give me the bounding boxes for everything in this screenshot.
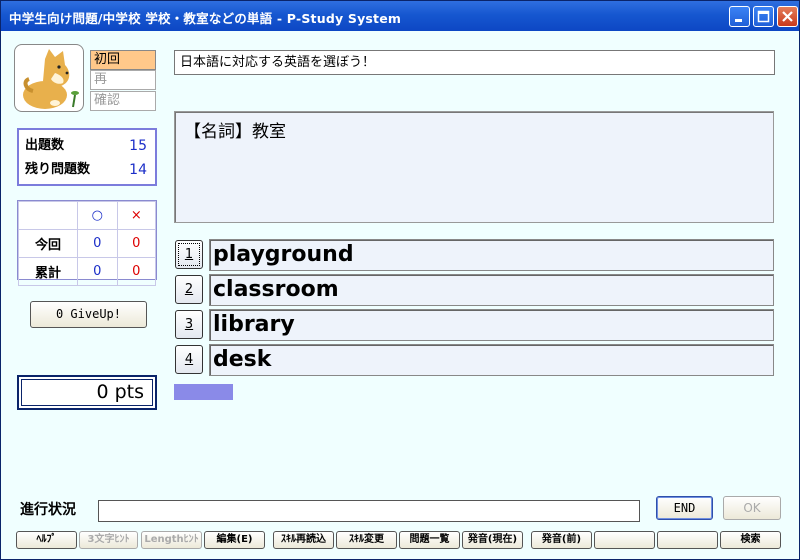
skill-reload-button[interactable]: ｽｷﾙ再読込 bbox=[273, 531, 334, 549]
help-button[interactable]: ﾍﾙﾌﾟ bbox=[16, 531, 77, 549]
skill-change-button[interactable]: ｽｷﾙ変更 bbox=[336, 531, 397, 549]
close-icon bbox=[782, 11, 793, 22]
choice-1-button[interactable]: 1 bbox=[175, 240, 203, 269]
minimize-icon bbox=[735, 19, 742, 22]
score-table: ○ × 今回 0 0 累計 0 0 bbox=[17, 200, 157, 286]
progress-bar bbox=[174, 384, 233, 400]
total-questions-row: 出題数 15 bbox=[25, 135, 149, 157]
status-field bbox=[98, 500, 640, 522]
shiba-dog-icon bbox=[23, 49, 79, 109]
app-window: 中学生向け問題/中学校 学校・教室などの単語 - P-Study System … bbox=[0, 0, 800, 560]
cumulative-wrong: 0 bbox=[116, 257, 157, 286]
length-hint-button[interactable]: Lengthﾋﾝﾄ bbox=[141, 531, 202, 549]
choice-3-button[interactable]: 3 bbox=[175, 310, 203, 339]
mode-confirm: 確認 bbox=[90, 91, 156, 111]
maximize-button[interactable] bbox=[753, 6, 774, 27]
empty-button-1[interactable] bbox=[594, 531, 655, 549]
pronounce-previous-button[interactable]: 発音(前) bbox=[531, 531, 592, 549]
maximize-icon bbox=[757, 10, 770, 23]
pronounce-current-button[interactable]: 発音(現在) bbox=[462, 531, 523, 549]
giveup-button[interactable]: 0 GiveUp! bbox=[30, 301, 147, 328]
remaining-questions-row: 残り問題数 14 bbox=[25, 159, 149, 181]
title-bar[interactable]: 中学生向け問題/中学校 学校・教室などの単語 - P-Study System bbox=[1, 1, 799, 31]
empty-button-2[interactable] bbox=[657, 531, 718, 549]
three-char-hint-button[interactable]: 3文字ﾋﾝﾄ bbox=[79, 531, 138, 549]
wrong-header-icon: × bbox=[116, 201, 157, 230]
choice-2-button[interactable]: 2 bbox=[175, 275, 203, 304]
edit-button[interactable]: 編集(E) bbox=[204, 531, 265, 549]
current-label: 今回 bbox=[18, 229, 78, 258]
current-correct: 0 bbox=[77, 229, 118, 258]
minimize-button[interactable] bbox=[729, 6, 750, 27]
choice-3-text[interactable]: library bbox=[209, 309, 774, 341]
total-questions-value: 15 bbox=[129, 138, 147, 154]
total-questions-label: 出題数 bbox=[25, 138, 65, 153]
mode-first: 初回 bbox=[90, 50, 156, 70]
question-box: 【名詞】教室 bbox=[174, 111, 774, 223]
window-title: 中学生向け問題/中学校 学校・教室などの単語 - P-Study System bbox=[9, 11, 402, 26]
cumulative-label: 累計 bbox=[18, 257, 78, 286]
score-header-blank bbox=[18, 201, 78, 230]
mode-retry: 再 bbox=[90, 70, 156, 90]
choice-4-button[interactable]: 4 bbox=[175, 345, 203, 374]
close-button[interactable] bbox=[777, 6, 798, 27]
instruction-text: 日本語に対応する英語を選ぼう！ bbox=[174, 50, 775, 75]
question-count-panel: 出題数 15 残り問題数 14 bbox=[17, 128, 157, 186]
cumulative-correct: 0 bbox=[77, 257, 118, 286]
end-button[interactable]: END bbox=[656, 496, 713, 520]
choice-4-text[interactable]: desk bbox=[209, 344, 774, 376]
remaining-questions-value: 14 bbox=[129, 162, 147, 178]
current-wrong: 0 bbox=[116, 229, 157, 258]
remaining-questions-label: 残り問題数 bbox=[25, 162, 91, 177]
choice-2-text[interactable]: classroom bbox=[209, 274, 774, 306]
choice-1-text[interactable]: playground bbox=[209, 239, 774, 271]
correct-header-icon: ○ bbox=[77, 201, 118, 230]
question-list-button[interactable]: 問題一覧 bbox=[399, 531, 460, 549]
points-display: 0 pts bbox=[17, 375, 157, 410]
status-label: 進行状況 bbox=[20, 502, 76, 518]
ok-button[interactable]: OK bbox=[723, 496, 781, 520]
mascot-image bbox=[14, 44, 84, 112]
search-button[interactable]: 検索 bbox=[720, 531, 781, 549]
